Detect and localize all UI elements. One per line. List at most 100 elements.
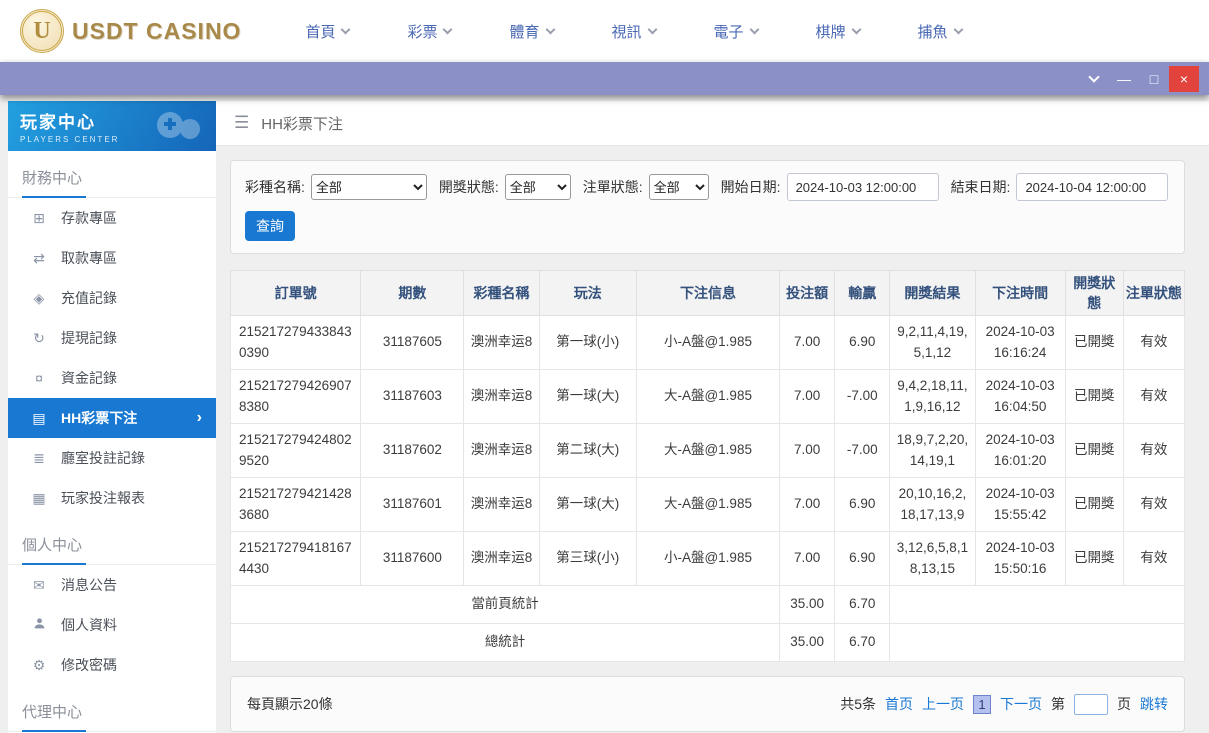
content-area: 彩種名稱: 全部 開獎狀態: 全部 注單狀態: 全部 開始日期: 結束日期: 查… bbox=[216, 146, 1209, 732]
table-cell: 第一球(小) bbox=[539, 316, 636, 370]
end-date-label: 結束日期: bbox=[951, 177, 1011, 197]
search-button[interactable]: 查詢 bbox=[245, 211, 295, 241]
sidebar-item-profile[interactable]: 個人資料 bbox=[8, 605, 216, 645]
table-cell: 18,9,7,2,20,14,19,1 bbox=[890, 424, 975, 478]
summary-bet-total: 35.00 bbox=[780, 624, 835, 662]
bet-status-select[interactable]: 全部 bbox=[649, 174, 709, 200]
nav-item-lottery[interactable]: 彩票 bbox=[407, 21, 451, 42]
column-header: 開獎狀態 bbox=[1065, 271, 1123, 316]
lottery-bet-icon: ▤ bbox=[30, 410, 48, 427]
sidebar-item-hall-bet-record[interactable]: ≣廳室投註記錄 bbox=[8, 438, 216, 478]
draw-status-label: 開獎狀態: bbox=[439, 177, 499, 197]
table-cell: 6.90 bbox=[835, 316, 890, 370]
page-size-text: 每頁顯示20條 bbox=[247, 694, 333, 714]
start-date-label: 開始日期: bbox=[721, 177, 781, 197]
nav-item-home[interactable]: 首頁 bbox=[305, 21, 349, 42]
table-cell: 已開獎 bbox=[1065, 478, 1123, 532]
nav-label: 電子 bbox=[714, 21, 744, 42]
table-cell: 20,10,16,2,18,17,13,9 bbox=[890, 478, 975, 532]
table-cell: 澳洲幸运8 bbox=[464, 532, 539, 586]
sidebar-item-label: 修改密碼 bbox=[61, 655, 117, 675]
table-row: 215217279426907838031187603澳洲幸运8第一球(大)大-… bbox=[231, 370, 1185, 424]
password-gear-icon: ⚙ bbox=[30, 657, 48, 674]
table-cell: 2024-10-03 16:16:24 bbox=[975, 316, 1065, 370]
nav-item-slots[interactable]: 電子 bbox=[714, 21, 758, 42]
table-cell: 2152172794338430390 bbox=[231, 316, 361, 370]
table-cell: 7.00 bbox=[780, 370, 835, 424]
sidebar-item-hh-lottery-bets[interactable]: ▤HH彩票下注› bbox=[8, 398, 216, 438]
column-header: 注單狀態 bbox=[1123, 271, 1184, 316]
table-cell: 31187605 bbox=[361, 316, 464, 370]
column-header: 開獎結果 bbox=[890, 271, 975, 316]
nav-item-fishing[interactable]: 捕魚 bbox=[918, 21, 962, 42]
column-header: 下注時間 bbox=[975, 271, 1065, 316]
sidebar: 玩家中心 PLAYERS CENTER 財務中心 ⊞存款專區 ⇄取款專區 ◈充值… bbox=[8, 101, 216, 733]
lottery-name-select[interactable]: 全部 bbox=[311, 174, 427, 200]
sidebar-item-player-report[interactable]: ▦玩家投注報表 bbox=[8, 478, 216, 518]
draw-status-select[interactable]: 全部 bbox=[505, 174, 571, 200]
sidebar-item-recharge-record[interactable]: ◈ 充值記錄 bbox=[8, 278, 216, 318]
table-cell: 有效 bbox=[1123, 478, 1184, 532]
end-date-input[interactable] bbox=[1016, 173, 1168, 201]
chevron-down-icon bbox=[851, 24, 861, 34]
window-chevron-button[interactable] bbox=[1079, 66, 1109, 92]
table-cell: 7.00 bbox=[780, 478, 835, 532]
column-header: 下注信息 bbox=[636, 271, 779, 316]
nav-label: 體育 bbox=[509, 21, 539, 42]
next-page-link[interactable]: 下一页 bbox=[1000, 694, 1042, 714]
window-close-button[interactable]: × bbox=[1169, 66, 1199, 92]
first-page-link[interactable]: 首页 bbox=[885, 694, 913, 714]
nav-item-sports[interactable]: 體育 bbox=[509, 21, 553, 42]
site-header: U USDT CASINO 首頁 彩票 體育 視訊 電子 棋牌 捕魚 bbox=[0, 0, 1209, 62]
column-header: 彩種名稱 bbox=[464, 271, 539, 316]
sidebar-item-messages[interactable]: ✉消息公告 bbox=[8, 565, 216, 605]
window-titlebar: — □ × bbox=[0, 62, 1209, 95]
player-report-icon: ▦ bbox=[30, 490, 48, 507]
current-page-indicator[interactable]: 1 bbox=[973, 695, 991, 714]
sidebar-item-funds-record[interactable]: ¤資金記錄 bbox=[8, 358, 216, 398]
profile-icon bbox=[30, 617, 48, 633]
summary-bet-total: 35.00 bbox=[780, 586, 835, 624]
withdraw-icon: ⇄ bbox=[30, 250, 48, 267]
chevron-down-icon bbox=[443, 24, 453, 34]
table-cell: 31187601 bbox=[361, 478, 464, 532]
summary-row-current-page: 當前頁統計 35.00 6.70 bbox=[231, 586, 1185, 624]
main-content: ☰ HH彩票下注 彩種名稱: 全部 開獎狀態: 全部 注單狀態: 全部 開始日期… bbox=[216, 101, 1209, 733]
page-jump-input[interactable] bbox=[1074, 694, 1108, 715]
window-maximize-button[interactable]: □ bbox=[1139, 66, 1169, 92]
table-cell: 7.00 bbox=[780, 532, 835, 586]
summary-winloss-total: 6.70 bbox=[835, 586, 890, 624]
menu-toggle-icon[interactable]: ☰ bbox=[234, 113, 249, 133]
table-cell: 大-A盤@1.985 bbox=[636, 424, 779, 478]
workspace: 玩家中心 PLAYERS CENTER 財務中心 ⊞存款專區 ⇄取款專區 ◈充值… bbox=[0, 95, 1209, 733]
deposit-icon: ⊞ bbox=[30, 210, 48, 227]
table-cell: 2024-10-03 16:04:50 bbox=[975, 370, 1065, 424]
jump-button[interactable]: 跳转 bbox=[1140, 694, 1168, 714]
total-count-text: 共5条 bbox=[840, 694, 876, 714]
sidebar-item-withdraw[interactable]: ⇄ 取款專區 bbox=[8, 238, 216, 278]
recharge-record-icon: ◈ bbox=[30, 290, 48, 307]
window-minimize-button[interactable]: — bbox=[1109, 66, 1139, 92]
chevron-down-icon bbox=[1088, 71, 1099, 82]
nav-item-cards[interactable]: 棋牌 bbox=[816, 21, 860, 42]
chevron-down-icon bbox=[341, 24, 351, 34]
column-header: 期數 bbox=[361, 271, 464, 316]
table-cell: 2152172794269078380 bbox=[231, 370, 361, 424]
sidebar-item-label: 取款專區 bbox=[61, 248, 117, 268]
section-title-finance: 財務中心 bbox=[8, 151, 216, 198]
summary-row-total: 總統計 35.00 6.70 bbox=[231, 624, 1185, 662]
table-cell: 6.90 bbox=[835, 478, 890, 532]
start-date-input[interactable] bbox=[787, 173, 939, 201]
sidebar-item-label: 存款專區 bbox=[61, 208, 117, 228]
sidebar-item-label: 充值記錄 bbox=[61, 288, 117, 308]
sidebar-item-change-password[interactable]: ⚙ 修改密碼 bbox=[8, 645, 216, 685]
sidebar-item-deposit[interactable]: ⊞ 存款專區 bbox=[8, 198, 216, 238]
bet-table-card: 訂單號期數彩種名稱玩法下注信息投注額輸贏開獎結果下注時間開獎狀態注單狀態 215… bbox=[230, 270, 1185, 662]
nav-item-live[interactable]: 視訊 bbox=[612, 21, 656, 42]
sidebar-item-withdrawal-record[interactable]: ↻提現記錄 bbox=[8, 318, 216, 358]
table-cell: 小-A盤@1.985 bbox=[636, 316, 779, 370]
table-cell: 大-A盤@1.985 bbox=[636, 478, 779, 532]
table-cell: 有效 bbox=[1123, 424, 1184, 478]
prev-page-link[interactable]: 上一页 bbox=[922, 694, 964, 714]
column-header: 玩法 bbox=[539, 271, 636, 316]
